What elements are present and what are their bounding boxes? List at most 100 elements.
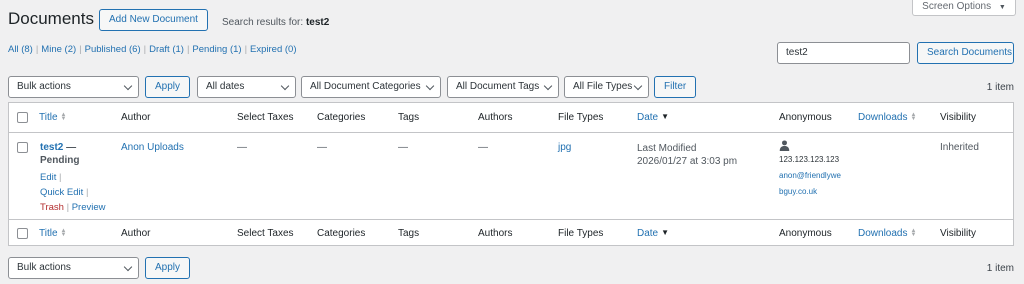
- search-input[interactable]: test2: [777, 42, 910, 64]
- apply-button-top[interactable]: Apply: [145, 76, 191, 98]
- item-count-top: 1 item: [986, 82, 1014, 93]
- sort-desc-icon: ▼: [661, 112, 670, 122]
- table-row: test2 — Pending Edit | Quick Edit | Tras…: [9, 134, 1013, 219]
- chevron-down-icon: [123, 81, 133, 91]
- chevron-down-icon: [280, 81, 290, 91]
- category-filter-select[interactable]: All Document Categories: [301, 76, 441, 98]
- action-separator: |: [66, 202, 70, 213]
- file-type-link[interactable]: jpg: [558, 142, 571, 153]
- row-title-link[interactable]: test2: [40, 142, 63, 153]
- filetype-filter-value: All File Types: [573, 81, 633, 92]
- date-value: 2026/01/27 at 3:03 pm: [637, 156, 738, 167]
- view-separator: |: [35, 44, 39, 55]
- chevron-down-icon: [543, 81, 553, 91]
- date-cell: Last Modified 2026/01/27 at 3:03 pm: [637, 142, 737, 168]
- search-results-prefix: Search results for:: [222, 17, 304, 28]
- status-views: All (8) | Mine (2) | Published (6) | Draft (1)…: [8, 44, 297, 55]
- page-title: Documents: [8, 9, 94, 28]
- anonymous-email-link[interactable]: anon@friendlywe bguy.co.uk: [779, 171, 841, 196]
- anonymous-cell: 123.123.123.123 anon@friendlywe bguy.co.u…: [779, 140, 841, 198]
- view-all[interactable]: All (8): [8, 44, 33, 55]
- anonymous-ip: 123.123.123.123: [779, 155, 840, 164]
- sort-icon: ▲ ▼: [910, 112, 917, 123]
- select-all-checkbox-footer[interactable]: [17, 228, 28, 239]
- select-taxes-cell: —: [237, 142, 247, 153]
- table-footer-row: Title ▲ ▼ Author Select Taxes Categories T…: [9, 219, 1013, 246]
- column-author-footer: Author: [121, 228, 151, 239]
- documents-table: Title ▲ ▼ Author Select Taxes Categories T…: [8, 102, 1014, 246]
- column-visibility-footer: Visibility: [940, 228, 976, 239]
- view-separator: |: [143, 44, 147, 55]
- author-link[interactable]: Anon Uploads: [121, 142, 184, 153]
- chevron-down-icon: [633, 81, 643, 91]
- column-downloads-footer[interactable]: Downloads ▲ ▼: [858, 228, 916, 239]
- search-results-label: Search results for: test2: [222, 17, 329, 28]
- trash-link[interactable]: Trash: [40, 202, 64, 213]
- tag-filter-value: All Document Tags: [456, 81, 540, 92]
- column-date-header[interactable]: Date ▼: [637, 112, 670, 123]
- sort-icon: ▲ ▼: [60, 112, 67, 123]
- row-checkbox[interactable]: [17, 142, 28, 153]
- column-title-header[interactable]: Title ▲ ▼: [39, 112, 67, 123]
- view-pending[interactable]: Pending (1): [192, 44, 241, 55]
- view-separator: |: [79, 44, 82, 55]
- quick-edit-link[interactable]: Quick Edit: [40, 187, 83, 198]
- bulk-actions-value: Bulk actions: [17, 262, 71, 273]
- column-title-footer[interactable]: Title ▲ ▼: [39, 228, 67, 239]
- view-separator: |: [244, 44, 248, 55]
- view-draft[interactable]: Draft (1): [149, 44, 184, 55]
- add-new-document-button[interactable]: Add New Document: [99, 9, 208, 31]
- column-file-types-footer: File Types: [558, 228, 604, 239]
- column-tags-footer: Tags: [398, 228, 420, 239]
- category-filter-value: All Document Categories: [310, 81, 421, 92]
- column-tags-header: Tags: [398, 112, 420, 123]
- filter-button[interactable]: Filter: [654, 76, 697, 98]
- date-filter-select[interactable]: All dates: [197, 76, 296, 98]
- date-label: Last Modified: [637, 143, 697, 154]
- screen-options-button[interactable]: Screen Options ▼: [912, 0, 1016, 16]
- search-documents-button[interactable]: Search Documents: [917, 42, 1014, 64]
- chevron-down-icon: [123, 262, 133, 272]
- view-separator: |: [186, 44, 190, 55]
- edit-link[interactable]: Edit: [40, 172, 56, 183]
- action-separator: |: [85, 187, 89, 198]
- preview-link[interactable]: Preview: [72, 202, 106, 213]
- tag-filter-select[interactable]: All Document Tags: [447, 76, 559, 98]
- column-anonymous-header: Anonymous: [779, 112, 832, 123]
- column-visibility-header: Visibility: [940, 112, 976, 123]
- chevron-down-icon: [425, 81, 435, 91]
- item-count-bottom: 1 item: [986, 263, 1014, 274]
- select-all-checkbox[interactable]: [17, 112, 28, 123]
- column-downloads-header[interactable]: Downloads ▲ ▼: [858, 112, 916, 123]
- sort-icon: ▲ ▼: [60, 228, 67, 239]
- tags-cell: —: [398, 142, 408, 153]
- date-filter-value: All dates: [206, 81, 245, 92]
- view-published[interactable]: Published (6): [85, 44, 141, 55]
- title-cell: test2 — Pending Edit | Quick Edit | Tras…: [40, 141, 105, 215]
- post-state: Pending: [40, 155, 80, 166]
- table-header-row: Title ▲ ▼ Author Select Taxes Categories T…: [9, 103, 1013, 133]
- user-icon: [779, 140, 790, 151]
- visibility-cell: Inherited: [940, 142, 979, 153]
- column-select-taxes-footer: Select Taxes: [237, 228, 294, 239]
- column-authors-header: Authors: [478, 112, 513, 123]
- filetype-filter-select[interactable]: All File Types: [564, 76, 649, 98]
- column-authors-footer: Authors: [478, 228, 513, 239]
- screen-options-label: Screen Options: [922, 1, 992, 12]
- title-separator: —: [66, 142, 77, 153]
- column-anonymous-footer: Anonymous: [779, 228, 832, 239]
- column-categories-footer: Categories: [317, 228, 366, 239]
- column-date-footer[interactable]: Date ▼: [637, 228, 670, 239]
- column-categories-header: Categories: [317, 112, 366, 123]
- row-actions: Edit | Quick Edit | Trash | Preview: [40, 170, 105, 215]
- sort-icon: ▲ ▼: [910, 228, 917, 239]
- bulk-actions-select-top[interactable]: Bulk actions: [8, 76, 139, 98]
- sort-desc-icon: ▼: [661, 228, 670, 238]
- view-expired[interactable]: Expired (0): [250, 44, 296, 55]
- view-mine[interactable]: Mine (2): [41, 44, 76, 55]
- apply-button-bottom[interactable]: Apply: [145, 257, 191, 279]
- bulk-actions-value: Bulk actions: [17, 81, 71, 92]
- column-author-header: Author: [121, 112, 151, 123]
- bulk-actions-select-bottom[interactable]: Bulk actions: [8, 257, 139, 279]
- search-results-term: test2: [305, 17, 330, 28]
